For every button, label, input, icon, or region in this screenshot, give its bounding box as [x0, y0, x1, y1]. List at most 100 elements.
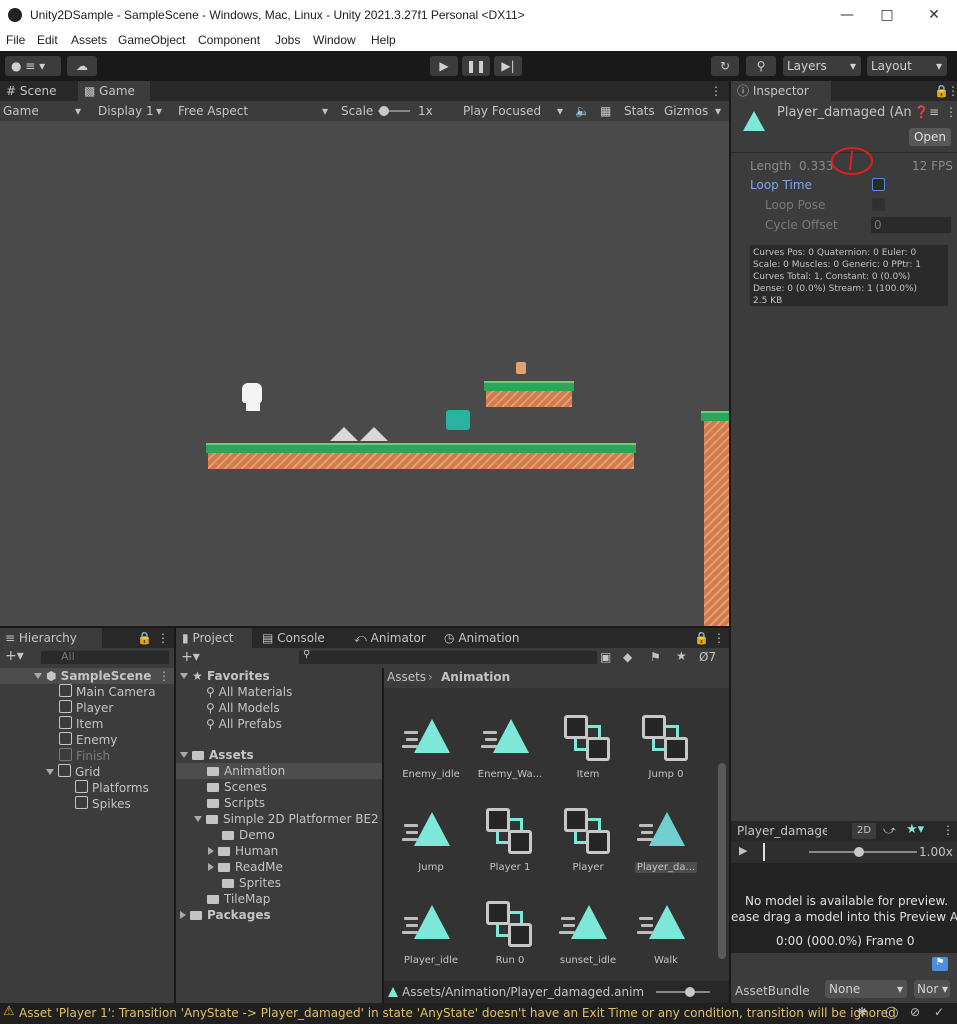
- asset-item[interactable]: Item: [549, 693, 627, 785]
- stats-button[interactable]: Stats: [624, 101, 655, 121]
- bug-icon[interactable]: ❋: [857, 1005, 867, 1019]
- asset-item[interactable]: Player: [549, 786, 627, 878]
- asset-item[interactable]: Run 0: [471, 879, 549, 971]
- grid-scrollbar[interactable]: [718, 763, 726, 959]
- hierarchy-item[interactable]: Item: [59, 716, 103, 732]
- pivot-icon[interactable]: ⤻: [883, 823, 896, 838]
- gizmos-button[interactable]: Gizmos: [664, 101, 708, 121]
- tab-options-icon[interactable]: ⋮: [710, 81, 722, 101]
- aspect-dropdown[interactable]: Free Aspect ▾: [178, 101, 333, 121]
- avatar-icon[interactable]: ★▾: [906, 822, 924, 837]
- menu-window[interactable]: Window: [313, 33, 356, 47]
- folder-row[interactable]: TileMap: [207, 891, 270, 907]
- layers-dropdown[interactable]: Layers ▾: [783, 56, 861, 76]
- play-mode-dropdown[interactable]: Play Focused ▾: [463, 101, 568, 121]
- search-scope-icon[interactable]: ▣: [600, 650, 611, 664]
- preview-play-icon[interactable]: ▶: [739, 844, 747, 857]
- favorite-item[interactable]: ⚲ All Materials: [206, 684, 292, 700]
- gizmos-dropdown-icon[interactable]: ▾: [715, 101, 721, 121]
- maximize-icon[interactable]: □: [875, 4, 899, 26]
- tab-hierarchy[interactable]: ≡ Hierarchy: [0, 628, 102, 648]
- asset-item[interactable]: Player 1: [471, 786, 549, 878]
- packages-row[interactable]: Packages: [180, 907, 271, 923]
- speed-slider-handle[interactable]: [854, 847, 864, 857]
- layout-dropdown[interactable]: Layout ▾: [867, 56, 947, 76]
- menu-jobs[interactable]: Jobs: [275, 33, 300, 47]
- favorites-row[interactable]: ★ Favorites: [180, 668, 270, 684]
- favorite-item[interactable]: ⚲ All Prefabs: [206, 716, 282, 732]
- folder-row[interactable]: Simple 2D Platformer BE2: [194, 811, 379, 827]
- play-button[interactable]: ▶: [430, 56, 458, 76]
- hierarchy-item[interactable]: Main Camera: [59, 684, 156, 700]
- progress-icon[interactable]: ◯: [885, 1005, 898, 1019]
- hierarchy-options-icon[interactable]: ⋮: [157, 628, 169, 648]
- cloud-icon[interactable]: ☁: [67, 56, 97, 76]
- label-tag-icon[interactable]: ⚑: [932, 957, 948, 971]
- tab-animation[interactable]: ◷ Animation: [444, 628, 520, 648]
- hierarchy-item[interactable]: Spikes: [75, 796, 131, 812]
- search-icon[interactable]: ⚲: [746, 56, 776, 76]
- asset-item[interactable]: Jump 0: [627, 693, 705, 785]
- check-icon[interactable]: ✓: [934, 1005, 944, 1019]
- menu-file[interactable]: File: [6, 33, 25, 47]
- tab-project[interactable]: ▮ Project: [176, 628, 252, 648]
- more-icon[interactable]: ⋮: [945, 105, 957, 119]
- cycle-offset-field[interactable]: 0: [870, 216, 952, 234]
- filter-type-icon[interactable]: ◆: [623, 650, 632, 664]
- folder-row-selected[interactable]: Animation: [176, 763, 382, 779]
- tab-game[interactable]: ▩ Game: [78, 81, 150, 101]
- hierarchy-item[interactable]: Player: [59, 700, 113, 716]
- loop-pose-checkbox[interactable]: [872, 198, 885, 211]
- mode-2d-button[interactable]: 2D: [852, 823, 876, 839]
- folder-row[interactable]: Human: [208, 843, 278, 859]
- favorite-icon[interactable]: ★: [676, 649, 687, 663]
- asset-item[interactable]: Jump: [392, 786, 470, 878]
- hierarchy-item-disabled[interactable]: Finish: [59, 748, 110, 764]
- folder-row[interactable]: Sprites: [222, 875, 281, 891]
- project-add-icon[interactable]: +▾: [181, 649, 200, 665]
- mute-audio-icon[interactable]: 🔈: [575, 101, 590, 121]
- game-mode-dropdown[interactable]: Game ▾: [3, 101, 85, 121]
- asset-item[interactable]: sunset_idle: [549, 879, 627, 971]
- folder-row[interactable]: Scripts: [207, 795, 265, 811]
- close-icon[interactable]: ✕: [922, 4, 946, 26]
- asset-item[interactable]: Player_da...: [627, 786, 705, 878]
- asset-item[interactable]: Enemy_Wa...: [471, 693, 549, 785]
- asset-item[interactable]: Player_idle: [392, 879, 470, 971]
- status-bar[interactable]: ⚠ Asset 'Player 1': Transition 'AnyState…: [0, 1003, 957, 1024]
- hierarchy-search[interactable]: All: [40, 650, 170, 665]
- tab-inspector[interactable]: ⓘ Inspector: [731, 81, 831, 101]
- menu-gameobject[interactable]: GameObject: [118, 33, 185, 47]
- menu-help[interactable]: Help: [371, 33, 396, 47]
- preview-options-icon[interactable]: ⋮: [942, 823, 954, 837]
- tab-console[interactable]: ▤ Console: [262, 628, 325, 648]
- hierarchy-lock-icon[interactable]: 🔒: [137, 628, 152, 648]
- filter-label-icon[interactable]: ⚑: [650, 650, 661, 664]
- loop-time-checkbox[interactable]: [872, 178, 885, 191]
- grid-icon[interactable]: ▦: [600, 101, 611, 121]
- step-button[interactable]: ▶|: [494, 56, 522, 76]
- hierarchy-item[interactable]: Platforms: [75, 780, 149, 796]
- timeline-cursor[interactable]: [763, 843, 765, 861]
- breadcrumb-current[interactable]: Animation: [441, 670, 510, 684]
- tab-animator[interactable]: ⤺ Animator: [354, 628, 426, 648]
- help-icon[interactable]: ❓: [914, 105, 929, 119]
- scale-slider-handle[interactable]: [379, 106, 389, 116]
- variant-dropdown[interactable]: Nor ▾: [914, 980, 950, 998]
- history-icon[interactable]: ↻: [711, 56, 739, 76]
- project-search[interactable]: ⚲: [298, 649, 598, 665]
- menu-component[interactable]: Component: [198, 33, 260, 47]
- minimize-icon[interactable]: —: [835, 4, 859, 26]
- network-icon[interactable]: ⊘: [910, 1005, 920, 1019]
- settings-icon[interactable]: ≡: [929, 105, 939, 119]
- project-lock-icon[interactable]: 🔒: [694, 628, 709, 648]
- add-icon[interactable]: +▾: [5, 648, 24, 664]
- asset-item[interactable]: Enemy_idle: [392, 693, 470, 785]
- display-dropdown[interactable]: Display 1 ▾: [98, 101, 168, 121]
- favorite-item[interactable]: ⚲ All Models: [206, 700, 280, 716]
- inspector-options-icon[interactable]: ⋮: [947, 81, 957, 101]
- scene-row[interactable]: ⬢ SampleScene ⋮: [0, 668, 174, 684]
- game-viewport[interactable]: [0, 121, 729, 626]
- menu-edit[interactable]: Edit: [37, 33, 58, 47]
- open-button[interactable]: Open: [909, 128, 951, 146]
